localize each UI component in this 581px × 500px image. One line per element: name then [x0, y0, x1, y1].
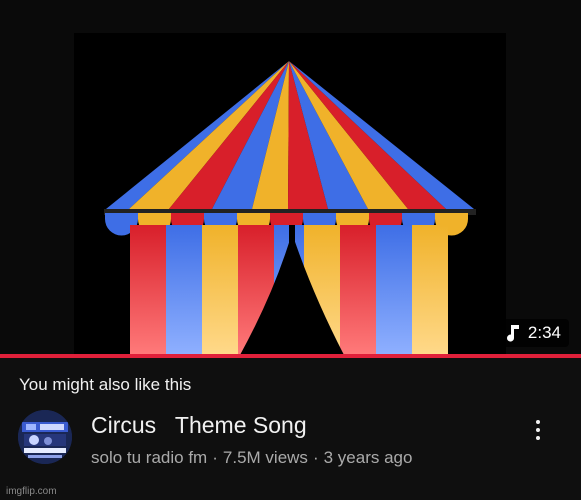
channel-name[interactable]: solo tu radio fm [91, 448, 207, 468]
suggested-video-title[interactable]: Circus Theme Song [91, 412, 307, 439]
watermark: imgflip.com [6, 486, 57, 497]
meta-separator: · [312, 448, 319, 467]
music-note-icon [506, 325, 519, 342]
suggested-video-metadata: solo tu radio fm · 7.5M views · 3 years … [91, 448, 412, 468]
video-thumbnail[interactable] [74, 33, 506, 355]
upload-age: 3 years ago [323, 448, 413, 467]
video-player[interactable]: 2:34 [0, 0, 581, 356]
circus-tent-image [104, 61, 476, 355]
duration-badge: 2:34 [496, 319, 569, 347]
duration-label: 2:34 [527, 323, 561, 342]
more-vertical-icon[interactable] [524, 412, 552, 448]
suggested-video-row[interactable]: Circus Theme Song solo tu radio fm · 7.5… [0, 400, 581, 472]
playback-progress-bar[interactable] [0, 354, 581, 358]
suggestions-heading: You might also like this [19, 375, 192, 394]
view-count: 7.5M views [222, 448, 308, 467]
meta-separator: · [212, 448, 218, 467]
channel-avatar[interactable] [18, 410, 72, 464]
